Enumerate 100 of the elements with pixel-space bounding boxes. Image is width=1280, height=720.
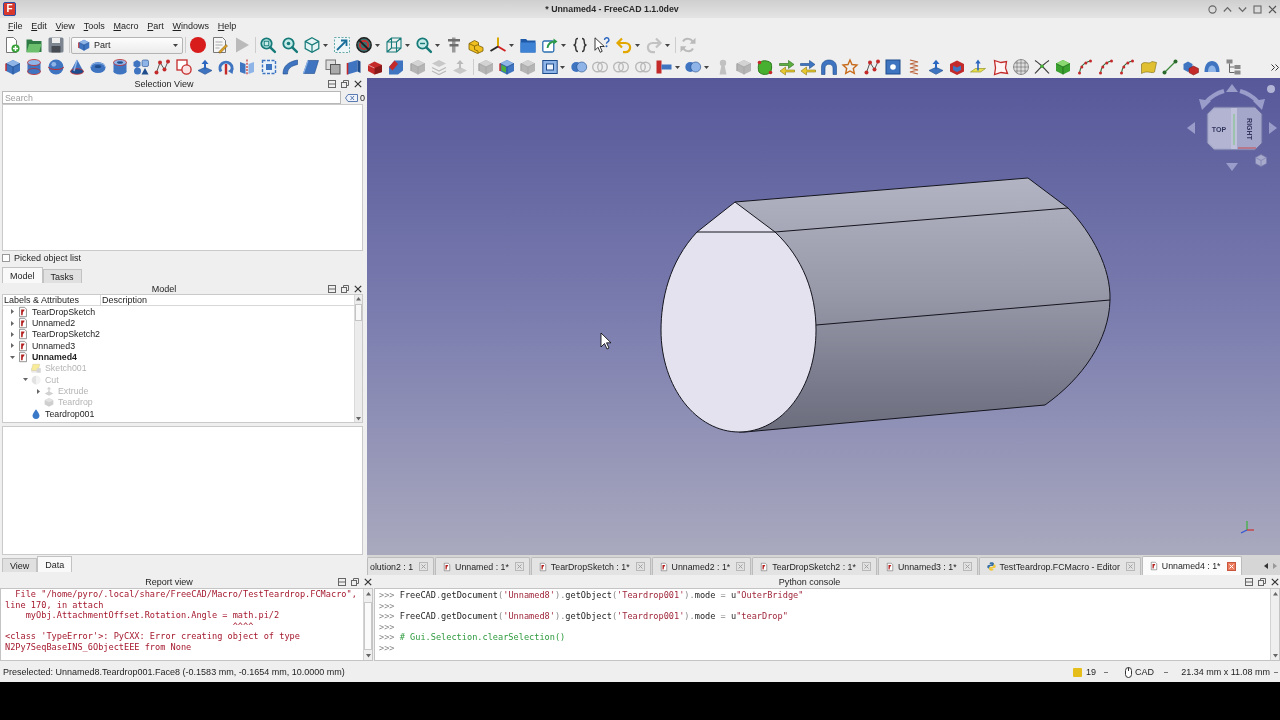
close-icon[interactable] — [364, 577, 372, 586]
zoom-icon[interactable] — [416, 37, 432, 53]
notification-count[interactable]: 19 — [1086, 667, 1097, 677]
arrow-up-icon[interactable] — [356, 297, 361, 301]
tree-item[interactable]: TearDropSketch2 — [32, 329, 100, 340]
mouse-icon[interactable] — [1125, 666, 1133, 678]
arrow-up-icon[interactable] — [1272, 592, 1278, 596]
caret-icon[interactable] — [405, 43, 410, 47]
nodes-icon[interactable] — [154, 59, 171, 75]
scrollbar[interactable] — [354, 295, 362, 422]
tab[interactable]: Data — [37, 556, 73, 572]
caret-icon[interactable] — [173, 43, 178, 47]
search-field[interactable]: Search — [2, 91, 341, 104]
rotate-left-icon[interactable] — [1199, 89, 1225, 110]
caliper-icon[interactable] — [446, 37, 462, 53]
scrollbar-thumb[interactable] — [364, 601, 372, 650]
tab[interactable]: Model — [2, 267, 43, 283]
record-icon[interactable] — [190, 37, 206, 53]
tree-icon[interactable] — [1225, 59, 1242, 75]
dome-icon[interactable] — [1204, 59, 1221, 75]
caret-icon[interactable] — [635, 43, 640, 47]
mesh-sphere-icon[interactable] — [1012, 59, 1029, 75]
square-circle-icon[interactable] — [175, 59, 192, 75]
chevron-up-icon[interactable] — [1223, 4, 1232, 14]
cylinder-icon[interactable] — [26, 59, 43, 75]
nodes-icon[interactable] — [863, 59, 880, 75]
caret-icon[interactable] — [509, 43, 514, 47]
cylinder-model[interactable] — [660, 177, 1111, 433]
float-icon[interactable] — [341, 80, 349, 88]
caret-icon[interactable] — [560, 65, 566, 69]
shapes-icon[interactable] — [132, 59, 149, 75]
document-tab[interactable]: TearDropSketch2 : 1* — [752, 557, 877, 575]
arrow-up-icon[interactable] — [365, 592, 371, 596]
cone-icon[interactable] — [69, 59, 86, 75]
line-icon[interactable] — [1161, 59, 1178, 75]
caret-right-icon[interactable] — [10, 320, 14, 326]
caret-right-icon[interactable] — [10, 309, 14, 315]
document-tab[interactable]: TearDropSketch : 1* — [530, 557, 651, 575]
close-icon[interactable] — [354, 284, 362, 293]
arrows-icon[interactable] — [799, 59, 816, 75]
caret-icon[interactable] — [561, 43, 566, 47]
arrow-down-icon[interactable] — [356, 416, 361, 420]
star-icon[interactable] — [842, 59, 859, 75]
float-icon[interactable] — [341, 284, 349, 293]
document-tab[interactable]: Unnamed3 : 1* — [877, 557, 978, 575]
panel-toggle-icon[interactable] — [1245, 577, 1253, 586]
document-tab[interactable]: Unnamed4 : 1* — [1141, 556, 1242, 575]
save-icon[interactable] — [48, 37, 64, 53]
plane-arrow-icon[interactable] — [970, 59, 987, 75]
menu-item[interactable]: View — [51, 21, 80, 31]
cross-curves-icon[interactable] — [1034, 59, 1051, 75]
arch-icon[interactable] — [821, 59, 838, 75]
frame-icon[interactable] — [541, 59, 558, 75]
menu-item[interactable]: Help — [213, 21, 241, 31]
hollow-box-icon[interactable] — [948, 59, 965, 75]
t-shape-icon[interactable] — [656, 59, 673, 75]
folder-icon[interactable] — [520, 37, 536, 53]
curve-points-icon[interactable] — [1119, 59, 1136, 75]
zoom-icon[interactable] — [282, 37, 298, 53]
close-icon[interactable] — [1226, 561, 1236, 571]
clear-icon[interactable] — [345, 93, 358, 102]
panel-toggle-icon[interactable] — [328, 284, 336, 293]
caret-right-icon[interactable] — [10, 343, 14, 349]
menu-item[interactable]: Edit — [26, 21, 52, 31]
cube-icon[interactable] — [1055, 59, 1072, 75]
spheres-icon[interactable] — [685, 59, 702, 75]
panel-toggle-icon[interactable] — [338, 577, 346, 586]
menu-item[interactable]: File — [3, 21, 27, 31]
axes-icon[interactable] — [490, 37, 506, 53]
maximize-icon[interactable] — [1253, 4, 1262, 14]
menu-item[interactable]: Part — [142, 21, 169, 31]
column-header[interactable]: Labels & Attributes — [3, 295, 101, 305]
curved-sheet-icon[interactable] — [282, 59, 298, 75]
chamfer-icon[interactable] — [388, 59, 405, 75]
scrollbar[interactable] — [1270, 589, 1279, 660]
square-hole-icon[interactable] — [885, 59, 901, 75]
caret-right-icon[interactable] — [10, 331, 14, 337]
arrow-left-icon[interactable] — [1264, 563, 1268, 569]
document-tab[interactable]: Unnamed2 : 1* — [651, 557, 752, 575]
zoom-icon[interactable] — [260, 37, 276, 53]
tree-item[interactable]: Unnamed2 — [32, 318, 76, 328]
scrollbar[interactable] — [363, 589, 372, 660]
caret-right-icon[interactable] — [36, 388, 40, 394]
workbench-dropdown[interactable]: Part — [71, 36, 183, 54]
sphere-icon[interactable] — [47, 59, 64, 75]
caret-icon[interactable] — [323, 43, 328, 47]
cubes-icon[interactable] — [1183, 59, 1200, 75]
tab[interactable]: Tasks — [42, 269, 82, 283]
caret-icon[interactable] — [435, 43, 440, 47]
tree-item[interactable]: TearDropSketch — [32, 306, 96, 317]
extrude-icon[interactable] — [927, 59, 944, 75]
cube-face-icon[interactable] — [498, 59, 515, 75]
arrows-icon[interactable] — [778, 59, 795, 75]
chevron-down-icon[interactable] — [1238, 4, 1247, 14]
double-chevron-icon[interactable] — [1271, 63, 1279, 71]
torus-icon[interactable] — [90, 59, 107, 75]
cube-outline-icon[interactable] — [304, 37, 320, 53]
menu-item[interactable]: Macro — [109, 21, 143, 31]
float-icon[interactable] — [351, 577, 359, 586]
checkbox[interactable] — [2, 254, 10, 262]
